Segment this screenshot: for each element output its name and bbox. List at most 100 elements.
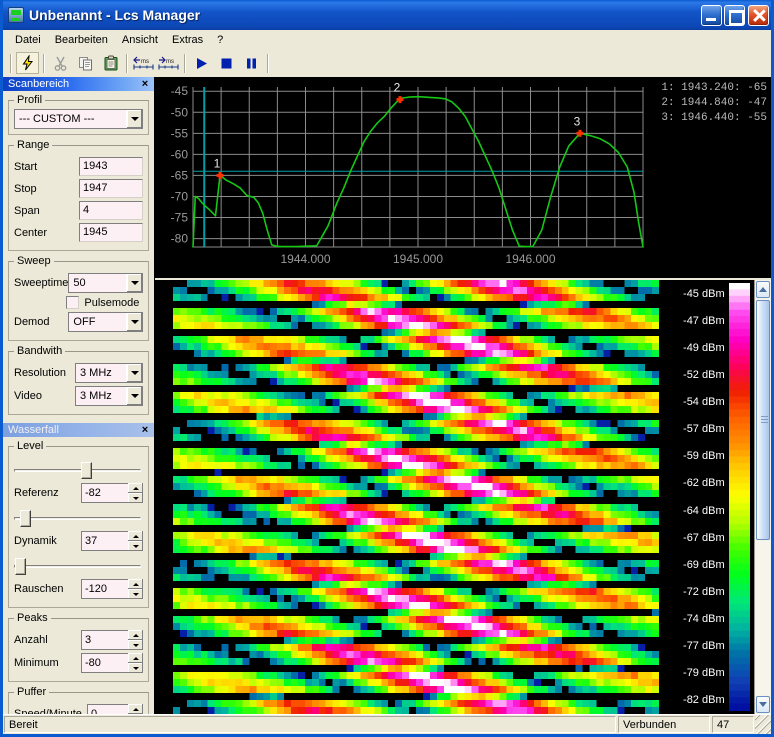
scroll-down-icon[interactable] — [756, 696, 770, 713]
field-row-sweeptime: Sweeptime 50 — [14, 273, 143, 293]
referenz-value[interactable]: -82 — [81, 483, 128, 503]
legend-label: -72 dBm — [683, 586, 725, 598]
pulsemode-checkbox[interactable] — [66, 296, 79, 309]
connect-lightning-icon[interactable] — [16, 52, 39, 74]
demod-combo[interactable]: OFF — [68, 312, 143, 332]
sweeptime-combo[interactable]: 50 — [68, 273, 143, 293]
resize-grip[interactable] — [755, 715, 771, 734]
waterfall-scrollbar[interactable] — [754, 280, 771, 714]
resolution-combo[interactable]: 3 MHz — [75, 363, 143, 383]
slider-thumb[interactable] — [20, 510, 31, 527]
status-bar: Bereit Verbunden 47 — [3, 714, 771, 734]
panel-header-scanbereich[interactable]: Scanbereich × — [3, 77, 154, 91]
start-input[interactable]: 1943 — [79, 157, 143, 176]
referenz-slider[interactable] — [14, 460, 143, 480]
speed-value[interactable]: 0 — [87, 704, 128, 714]
anzahl-stepper[interactable]: 3 — [81, 630, 143, 650]
spectrum-chart[interactable]: -45-50-55-60-65-70-75-801944.0001945.000… — [155, 77, 771, 278]
field-row-rauschen: Rauschen -120 — [14, 579, 143, 599]
demod-value: OFF — [69, 313, 126, 331]
rauschen-slider[interactable] — [14, 556, 143, 576]
stepper-down-icon[interactable] — [128, 493, 143, 503]
svg-text:-55: -55 — [171, 126, 189, 140]
legend-label: -62 dBm — [683, 477, 725, 489]
stepper-buttons — [128, 579, 143, 599]
dynamik-slider[interactable] — [14, 508, 143, 528]
close-button[interactable] — [748, 5, 769, 26]
stepper-buttons — [128, 630, 143, 650]
group-legend-sweep: Sweep — [14, 255, 54, 267]
video-combo[interactable]: 3 MHz — [75, 386, 143, 406]
waterfall-legend: -45 dBm-47 dBm-49 dBm-52 dBm-54 dBm-57 d… — [659, 280, 754, 714]
resolution-value: 3 MHz — [76, 364, 126, 382]
panel-body-scanbereich: Profil --- CUSTOM --- Range Start 1943 S… — [3, 91, 154, 423]
field-row-pulsemode[interactable]: Pulsemode — [14, 296, 143, 309]
panel-header-wasserfall[interactable]: Wasserfall × — [3, 423, 154, 437]
marker-ms-right-icon[interactable]: ms — [157, 52, 180, 74]
span-input[interactable]: 4 — [79, 201, 143, 220]
paste-icon[interactable] — [99, 52, 122, 74]
menu-extras[interactable]: Extras — [165, 32, 210, 48]
stepper-down-icon[interactable] — [128, 663, 143, 673]
waterfall-heatmap[interactable] — [173, 280, 659, 714]
menu-ansicht[interactable]: Ansicht — [115, 32, 165, 48]
pause-icon[interactable] — [240, 52, 263, 74]
dynamik-value[interactable]: 37 — [81, 531, 128, 551]
video-value: 3 MHz — [76, 387, 126, 405]
svg-text:1944.000: 1944.000 — [280, 252, 330, 266]
stop-icon[interactable] — [215, 52, 238, 74]
center-input[interactable]: 1945 — [79, 223, 143, 242]
stepper-up-icon[interactable] — [128, 653, 143, 663]
legend-label: -77 dBm — [683, 640, 725, 652]
menu-bearbeiten[interactable]: Bearbeiten — [48, 32, 115, 48]
window-title: Unbenannt - Lcs Manager — [29, 7, 699, 23]
group-legend-puffer: Puffer — [14, 686, 49, 698]
stepper-down-icon[interactable] — [128, 640, 143, 650]
run-icon[interactable] — [190, 52, 213, 74]
waterfall-svg — [173, 280, 659, 714]
field-row-demod: Demod OFF — [14, 312, 143, 332]
scroll-up-icon[interactable] — [756, 281, 770, 298]
label-sweeptime: Sweeptime — [14, 277, 68, 289]
field-row-dynamik: Dynamik 37 — [14, 531, 143, 551]
stepper-buttons — [128, 531, 143, 551]
dynamik-stepper[interactable]: 37 — [81, 531, 143, 551]
slider-track — [14, 469, 141, 472]
svg-text:1945.000: 1945.000 — [393, 252, 443, 266]
profil-combo[interactable]: --- CUSTOM --- — [14, 109, 143, 129]
minimum-value[interactable]: -80 — [81, 653, 128, 673]
minimize-button[interactable] — [701, 5, 722, 26]
stepper-up-icon[interactable] — [128, 579, 143, 589]
stepper-down-icon[interactable] — [128, 589, 143, 599]
stepper-down-icon[interactable] — [128, 541, 143, 551]
menu-datei[interactable]: Datei — [8, 32, 48, 48]
stepper-up-icon[interactable] — [128, 531, 143, 541]
rauschen-stepper[interactable]: -120 — [81, 579, 143, 599]
stepper-up-icon[interactable] — [128, 483, 143, 493]
slider-thumb[interactable] — [15, 558, 26, 575]
referenz-stepper[interactable]: -82 — [81, 483, 143, 503]
close-icon[interactable]: × — [139, 79, 151, 90]
copy-icon[interactable] — [74, 52, 97, 74]
stop-input[interactable]: 1947 — [79, 179, 143, 198]
menu-help[interactable]: ? — [210, 32, 230, 48]
close-icon[interactable]: × — [139, 425, 151, 436]
speed-stepper[interactable]: 0 — [87, 704, 143, 714]
stepper-up-icon[interactable] — [128, 704, 143, 714]
anzahl-value[interactable]: 3 — [81, 630, 128, 650]
marker-ms-left-icon[interactable]: ms — [132, 52, 155, 74]
cut-icon[interactable] — [49, 52, 72, 74]
slider-thumb[interactable] — [81, 462, 92, 479]
chevron-down-icon[interactable] — [126, 364, 142, 382]
rauschen-value[interactable]: -120 — [81, 579, 128, 599]
scrollbar-thumb[interactable] — [756, 300, 770, 540]
chevron-down-icon[interactable] — [126, 274, 142, 292]
chevron-down-icon[interactable] — [126, 313, 142, 331]
minimum-stepper[interactable]: -80 — [81, 653, 143, 673]
chevron-down-icon[interactable] — [126, 110, 142, 128]
chevron-down-icon[interactable] — [126, 387, 142, 405]
stepper-up-icon[interactable] — [128, 630, 143, 640]
maximize-button[interactable] — [724, 5, 745, 26]
scrollbar-gutter[interactable] — [755, 541, 771, 695]
toolbar-separator — [126, 54, 128, 73]
